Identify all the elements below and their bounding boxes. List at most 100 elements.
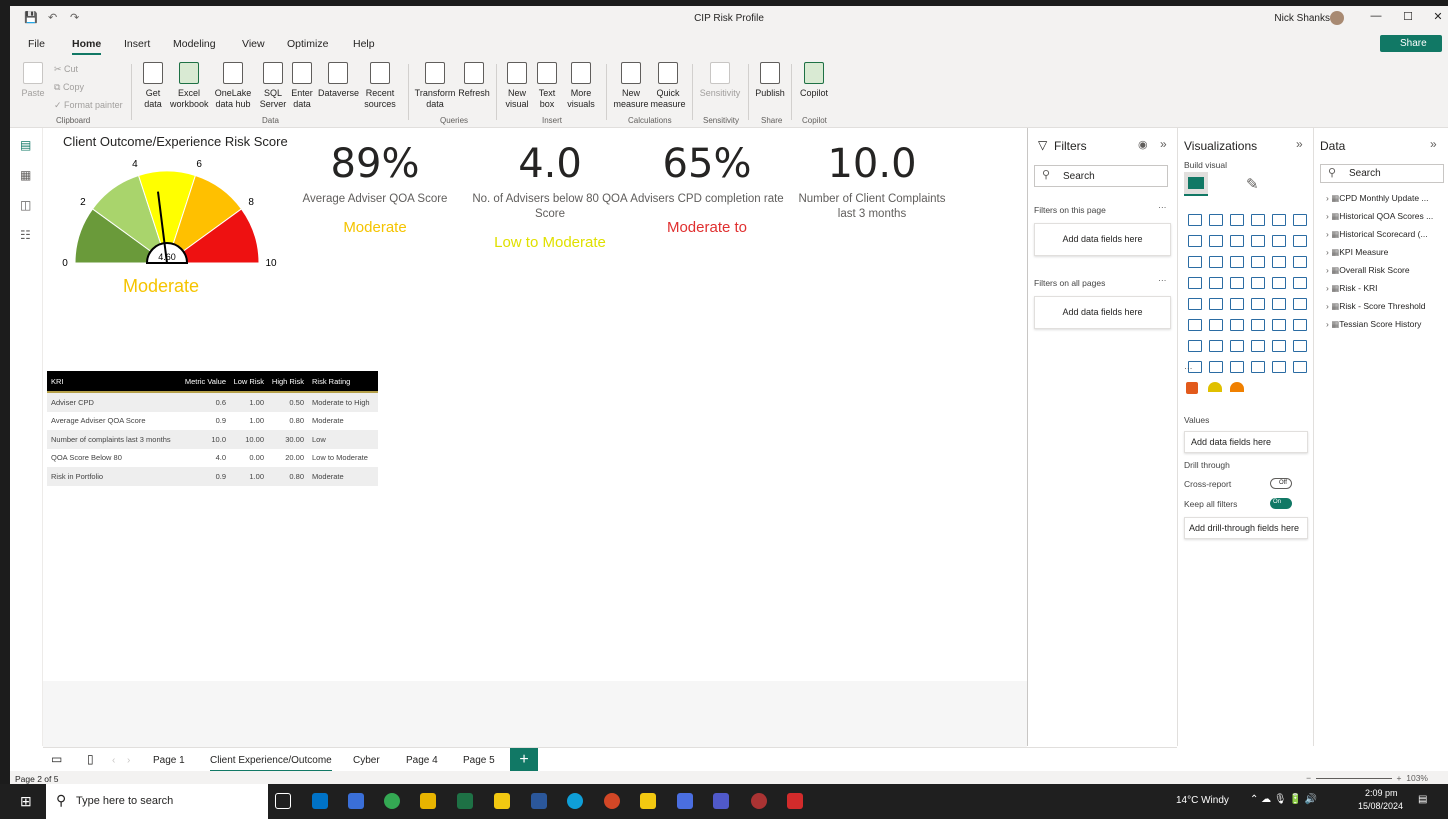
zoom-control[interactable]: − + 103%	[1306, 773, 1428, 783]
table-historical-scorecard[interactable]: Historical Scorecard (...	[1326, 229, 1434, 240]
outlook-icon[interactable]	[312, 793, 328, 809]
notification-icon[interactable]: ▤	[1418, 794, 1427, 805]
table-tessian[interactable]: Tessian Score History	[1326, 319, 1434, 330]
tab-page-1[interactable]: Page 1	[153, 755, 185, 766]
visual-type-icon[interactable]	[1230, 361, 1244, 373]
visual-type-icon[interactable]	[1209, 256, 1223, 268]
visual-type-icon[interactable]	[1251, 298, 1265, 310]
new-visual-button[interactable]: New visual	[504, 62, 530, 110]
keep-filters-toggle[interactable]: On	[1270, 498, 1292, 509]
visual-type-icon[interactable]	[1293, 235, 1307, 247]
visual-type-icon[interactable]	[1209, 298, 1223, 310]
tab-page-5[interactable]: Page 5	[463, 755, 495, 766]
dax-view-icon[interactable]: ☷	[20, 228, 31, 242]
eye-icon[interactable]: ◉	[1138, 138, 1148, 151]
visual-type-icon[interactable]	[1230, 340, 1244, 352]
sticky-notes-icon[interactable]	[494, 793, 510, 809]
table-view-icon[interactable]: ▦	[20, 168, 31, 182]
visual-type-icon[interactable]	[1251, 235, 1265, 247]
tab-client-experience[interactable]: Client Experience/Outcome	[210, 755, 332, 772]
visual-type-icon[interactable]	[1293, 277, 1307, 289]
avatar[interactable]	[1330, 11, 1344, 25]
task-view-icon[interactable]	[275, 793, 291, 809]
quick-measure-button[interactable]: Quick measure	[650, 62, 686, 110]
visual-type-icon[interactable]	[1251, 256, 1265, 268]
visual-type-icon[interactable]	[1272, 235, 1286, 247]
column-header[interactable]: Low Risk	[230, 377, 268, 386]
kpi-card-cpd[interactable]: 65% Advisers CPD completion rate Moderat…	[627, 142, 787, 236]
more-options-icon[interactable]: ···	[1158, 275, 1167, 285]
kpi-card-advisers-below[interactable]: 4.0 No. of Advisers below 80 QOA Score L…	[470, 142, 630, 251]
visual-type-icon[interactable]	[1188, 235, 1202, 247]
menu-view[interactable]: View	[242, 38, 265, 50]
store-icon[interactable]	[348, 793, 364, 809]
column-header[interactable]: Risk Rating	[308, 377, 378, 386]
kpi-card-qoa[interactable]: 89% Average Adviser QOA Score Moderate	[295, 142, 455, 236]
values-dropzone[interactable]: Add data fields here	[1184, 431, 1308, 453]
visual-type-icon[interactable]	[1293, 319, 1307, 331]
refresh-button[interactable]: Refresh	[458, 62, 490, 99]
table-row[interactable]: Adviser CPD 0.6 1.00 0.50 Moderate to High	[47, 393, 378, 412]
table-risk-threshold[interactable]: Risk - Score Threshold	[1326, 301, 1434, 312]
table-overall-risk[interactable]: Overall Risk Score	[1326, 265, 1434, 276]
edge-icon[interactable]	[567, 793, 583, 809]
visual-type-icon[interactable]	[1209, 235, 1223, 247]
text-box-button[interactable]: Text box	[534, 62, 560, 110]
visual-type-icon[interactable]	[1272, 340, 1286, 352]
format-painter-button[interactable]: ✓ Format painter	[54, 100, 123, 111]
report-view-icon[interactable]: ▤	[20, 138, 31, 152]
clock-time[interactable]: 2:09 pm	[1365, 788, 1398, 798]
table-risk-kri[interactable]: Risk - KRI	[1326, 283, 1434, 294]
taskbar-search-input[interactable]: Type here to search	[46, 784, 268, 819]
excel-workbook-button[interactable]: Excel workbook	[170, 62, 209, 110]
publish-button[interactable]: Publish	[754, 62, 786, 99]
maximize-button[interactable]: ☐	[1394, 10, 1422, 23]
cross-report-toggle[interactable]: Off	[1270, 478, 1292, 489]
powerpoint-icon[interactable]	[604, 793, 620, 809]
user-name[interactable]: Nick Shanks	[1274, 13, 1330, 24]
visual-type-icon[interactable]	[1293, 298, 1307, 310]
filters-page-dropzone[interactable]: Add data fields here	[1034, 223, 1171, 256]
desktop-layout-icon[interactable]: ▭	[51, 752, 62, 766]
minimize-button[interactable]: —	[1362, 10, 1390, 22]
filters-all-dropzone[interactable]: Add data fields here	[1034, 296, 1171, 329]
todo-icon[interactable]	[677, 793, 693, 809]
visual-type-icon[interactable]	[1272, 361, 1286, 373]
html5-visual-icon[interactable]	[1186, 382, 1198, 394]
visual-type-icon[interactable]	[1209, 340, 1223, 352]
dataverse-button[interactable]: Dataverse	[318, 62, 359, 99]
more-options-icon[interactable]: ···	[1158, 202, 1167, 212]
menu-insert[interactable]: Insert	[124, 38, 150, 50]
new-measure-button[interactable]: New measure	[612, 62, 650, 110]
more-visuals-ellipsis[interactable]: ···	[1184, 363, 1193, 373]
visual-type-icon[interactable]	[1293, 340, 1307, 352]
collapse-pane-icon[interactable]: »	[1430, 137, 1437, 151]
column-header[interactable]: Metric Value	[181, 377, 230, 386]
enter-data-button[interactable]: Enter data	[290, 62, 314, 110]
menu-modeling[interactable]: Modeling	[173, 38, 216, 50]
visual-type-icon[interactable]	[1188, 214, 1202, 226]
start-icon[interactable]: ⊞	[20, 793, 32, 810]
word-icon[interactable]	[531, 793, 547, 809]
system-tray-icons[interactable]: ⌃ ☁ 🎙 🔋 🔊	[1250, 794, 1317, 805]
menu-optimize[interactable]: Optimize	[287, 38, 328, 50]
column-header[interactable]: High Risk	[268, 377, 308, 386]
table-row[interactable]: QOA Score Below 80 4.0 0.00 20.00 Low to Mod…	[47, 449, 378, 468]
visual-type-icon[interactable]	[1272, 277, 1286, 289]
table-row[interactable]: Average Adviser QOA Score 0.9 1.00 0.80 Mode…	[47, 412, 378, 431]
recent-sources-button[interactable]: Recent sources	[362, 62, 398, 110]
kri-table[interactable]: KRI Metric Value Low Risk High Risk Risk…	[47, 371, 378, 486]
visual-type-icon[interactable]	[1188, 277, 1202, 289]
menu-file[interactable]: File	[28, 38, 45, 50]
acrobat-icon[interactable]	[787, 793, 803, 809]
close-button[interactable]: ✕	[1424, 10, 1448, 23]
gauge-custom-icon[interactable]	[1230, 382, 1244, 392]
more-visuals-button[interactable]: More visuals	[564, 62, 598, 110]
table-historical-qoa[interactable]: Historical QOA Scores ...	[1326, 211, 1434, 222]
transform-data-button[interactable]: Transform data	[414, 62, 456, 110]
visual-type-icon[interactable]	[1230, 235, 1244, 247]
copy-button[interactable]: ⧉ Copy	[54, 82, 84, 93]
chrome-icon[interactable]	[384, 793, 400, 809]
gauge-visual-icon[interactable]	[1208, 382, 1222, 392]
add-page-button[interactable]: +	[510, 748, 538, 772]
